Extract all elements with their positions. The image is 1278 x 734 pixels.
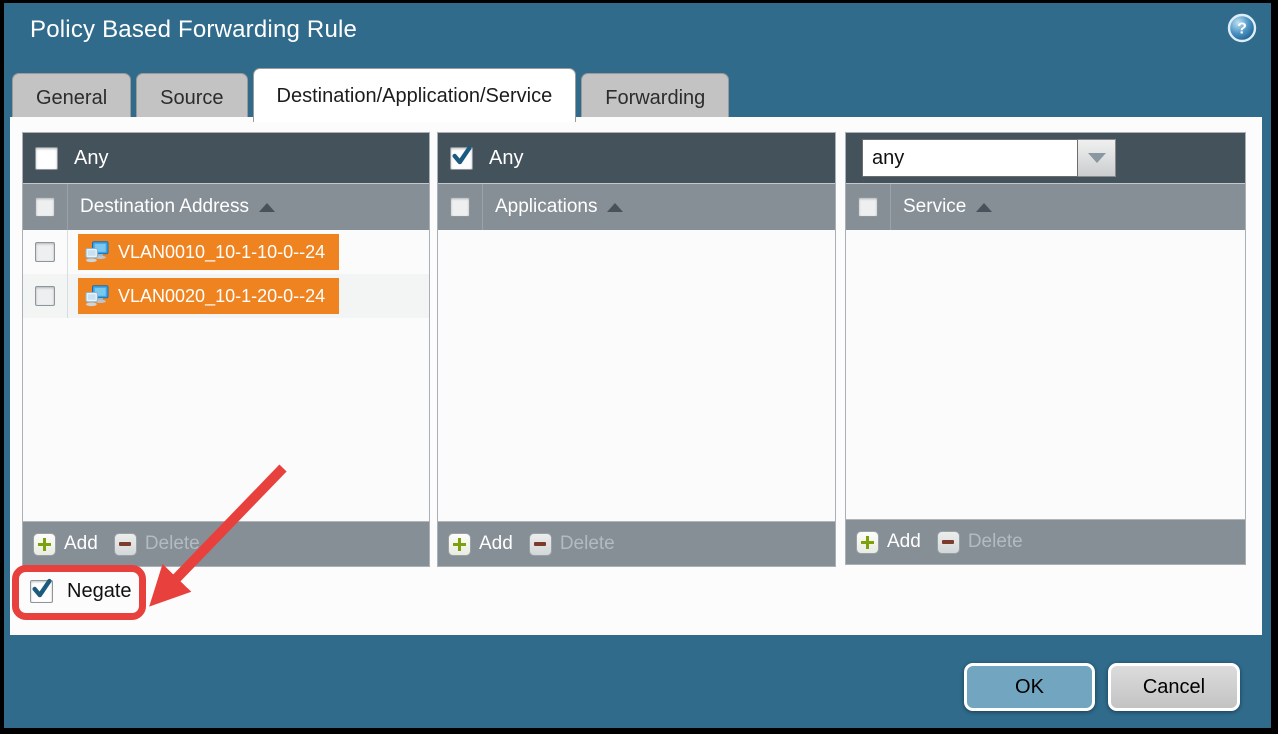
applications-footer: Add Delete <box>438 521 835 566</box>
network-icon <box>85 285 110 307</box>
destination-footer: Add Delete <box>23 521 429 566</box>
tab-content: Any Destination Address <box>10 117 1262 635</box>
service-footer: Add Delete <box>846 519 1245 564</box>
service-dropdown-value[interactable]: any <box>862 139 1078 177</box>
destination-list: VLAN0010_10-1-10-0--24 <box>23 230 429 521</box>
delete-label: Delete <box>560 533 615 555</box>
chevron-down-icon <box>1088 153 1106 163</box>
row-checkbox-cell <box>23 274 68 318</box>
service-list <box>846 230 1245 519</box>
delete-icon <box>114 533 137 556</box>
add-label: Add <box>64 533 98 555</box>
question-glyph: ? <box>1237 21 1247 38</box>
address-object-chip[interactable]: VLAN0020_10-1-20-0--24 <box>78 278 339 314</box>
applications-any-checkbox[interactable] <box>450 147 473 170</box>
address-object-chip[interactable]: VLAN0010_10-1-10-0--24 <box>78 234 339 270</box>
destination-header-label[interactable]: Destination Address <box>80 196 249 218</box>
add-icon <box>856 531 879 554</box>
destination-row-2[interactable]: VLAN0020_10-1-20-0--24 <box>23 274 429 318</box>
service-select-all-cell <box>846 184 891 230</box>
ok-button[interactable]: OK <box>964 663 1095 711</box>
add-icon <box>448 533 471 556</box>
destination-select-all-cell <box>23 184 68 230</box>
delete-icon <box>937 531 960 554</box>
destination-any-checkbox[interactable] <box>35 147 58 170</box>
tab-source[interactable]: Source <box>136 73 247 122</box>
applications-header-label[interactable]: Applications <box>495 196 597 218</box>
cancel-button[interactable]: Cancel <box>1108 663 1240 711</box>
negate-checkbox[interactable] <box>30 580 53 603</box>
check-mark-icon <box>31 578 53 600</box>
tab-forwarding[interactable]: Forwarding <box>581 73 729 122</box>
network-icon <box>85 241 110 263</box>
service-dropdown[interactable]: any <box>862 139 1116 177</box>
tab-destination-application-service[interactable]: Destination/Application/Service <box>253 68 577 122</box>
delete-icon <box>529 533 552 556</box>
row-2-checkbox[interactable] <box>35 286 55 306</box>
destination-add-button[interactable]: Add <box>33 533 98 556</box>
add-icon <box>33 533 56 556</box>
destination-any-row: Any <box>23 133 429 183</box>
destination-column-header-row: Destination Address <box>23 183 429 230</box>
service-add-button[interactable]: Add <box>856 531 921 554</box>
destination-any-label: Any <box>74 147 108 170</box>
service-dropdown-row: any <box>846 133 1245 183</box>
address-object-label: VLAN0010_10-1-10-0--24 <box>118 242 325 263</box>
sort-asc-icon <box>259 203 275 212</box>
applications-delete-button[interactable]: Delete <box>529 533 615 556</box>
service-panel: any Service Add <box>845 132 1246 565</box>
destination-address-panel: Any Destination Address <box>22 132 430 567</box>
applications-any-label: Any <box>489 147 523 170</box>
tab-general[interactable]: General <box>12 73 131 122</box>
applications-any-row: Any <box>438 133 835 183</box>
delete-label: Delete <box>145 533 200 555</box>
applications-column-header-row: Applications <box>438 183 835 230</box>
address-object-label: VLAN0020_10-1-20-0--24 <box>118 286 325 307</box>
negate-control: Negate <box>30 580 132 603</box>
service-delete-button[interactable]: Delete <box>937 531 1023 554</box>
applications-add-button[interactable]: Add <box>448 533 513 556</box>
row-1-checkbox[interactable] <box>35 242 55 262</box>
sort-asc-icon <box>607 203 623 212</box>
service-column-header-row: Service <box>846 183 1245 230</box>
tab-bar: General Source Destination/Application/S… <box>12 68 729 122</box>
negate-label: Negate <box>67 580 132 603</box>
applications-panel: Any Applications Add <box>437 132 836 567</box>
pbf-rule-dialog: Policy Based Forwarding Rule ? General S… <box>0 0 1278 734</box>
applications-list <box>438 230 835 521</box>
service-select-all-checkbox[interactable] <box>858 197 878 217</box>
row-checkbox-cell <box>23 230 68 274</box>
check-mark-icon <box>451 145 473 167</box>
delete-label: Delete <box>968 531 1023 553</box>
applications-select-all-cell <box>438 184 483 230</box>
help-icon[interactable]: ? <box>1227 13 1257 43</box>
applications-select-all-checkbox[interactable] <box>450 197 470 217</box>
service-dropdown-button[interactable] <box>1078 139 1116 177</box>
dialog-title: Policy Based Forwarding Rule <box>30 16 357 44</box>
add-label: Add <box>479 533 513 555</box>
destination-row-1[interactable]: VLAN0010_10-1-10-0--24 <box>23 230 429 274</box>
destination-delete-button[interactable]: Delete <box>114 533 200 556</box>
sort-asc-icon <box>976 203 992 212</box>
service-header-label[interactable]: Service <box>903 196 966 218</box>
add-label: Add <box>887 531 921 553</box>
destination-select-all-checkbox[interactable] <box>35 197 55 217</box>
